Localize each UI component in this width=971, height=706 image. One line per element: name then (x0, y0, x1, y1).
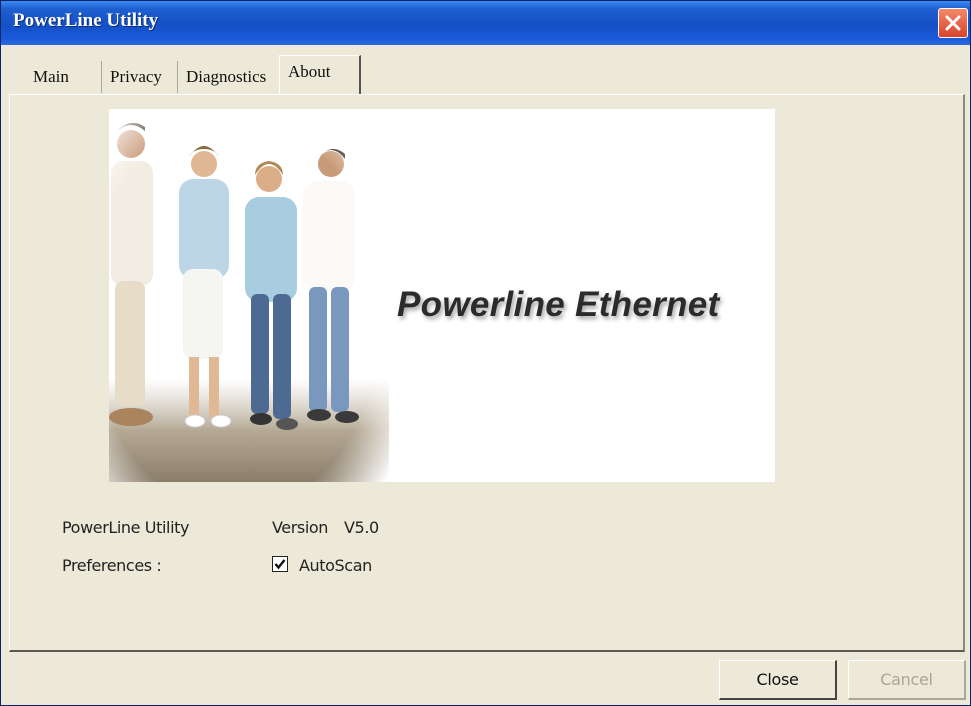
tab-privacy-label: Privacy (110, 67, 162, 86)
tab-diagnostics-label: Diagnostics (186, 67, 267, 86)
autoscan-label[interactable]: AutoScan (299, 556, 372, 575)
version-value: V5.0 (344, 518, 379, 537)
autoscan-checkbox[interactable] (272, 556, 288, 572)
tab-diagnostics[interactable]: Diagnostics (177, 61, 274, 93)
tab-main-label: Main (33, 67, 69, 86)
tab-privacy[interactable]: Privacy (101, 61, 170, 93)
cancel-button[interactable]: Cancel (848, 660, 966, 700)
powerline-utility-window: PowerLine Utility Main Privacy Diagnosti… (0, 0, 971, 706)
close-button-label: Close (756, 670, 799, 689)
tab-strip: Main Privacy Diagnostics About (1, 53, 970, 95)
banner-title: Powerline Ethernet (397, 285, 720, 324)
tab-main[interactable]: Main (25, 61, 77, 93)
title-bar[interactable]: PowerLine Utility (1, 1, 970, 45)
close-x-icon (945, 15, 961, 31)
window-close-button[interactable] (938, 8, 968, 38)
close-button[interactable]: Close (719, 660, 837, 700)
cancel-button-label: Cancel (880, 670, 933, 689)
window-title: PowerLine Utility (13, 10, 159, 31)
version-label: Version (272, 518, 329, 537)
tab-about-label: About (288, 62, 331, 81)
people-walking-photo (109, 109, 389, 482)
check-icon (274, 559, 286, 570)
tab-about[interactable]: About (279, 55, 361, 95)
app-name-label: PowerLine Utility (62, 518, 190, 537)
preferences-label: Preferences : (62, 556, 162, 575)
about-banner-image: Powerline Ethernet (109, 109, 775, 482)
